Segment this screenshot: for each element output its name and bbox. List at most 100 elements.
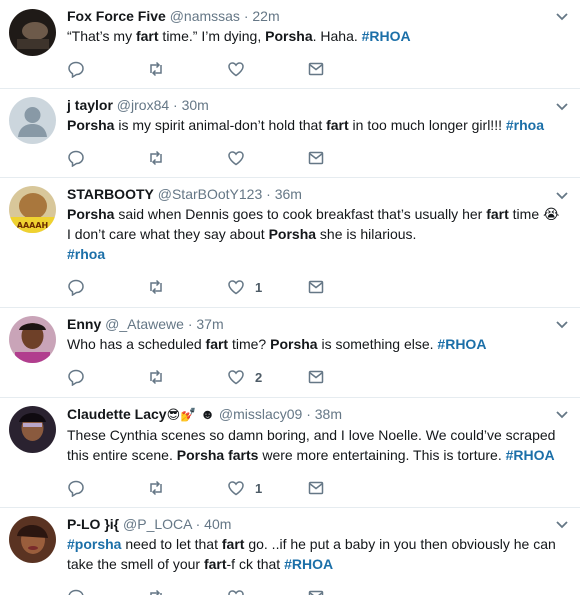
avatar[interactable]	[9, 97, 56, 144]
tweet-text: These Cynthia scenes so damn boring, and…	[67, 425, 570, 465]
tweet[interactable]: Enny @_Atawewe · 37m Who has a scheduled…	[0, 308, 580, 398]
dm-button[interactable]	[307, 278, 387, 296]
reply-button[interactable]	[67, 588, 147, 595]
reply-button[interactable]	[67, 278, 147, 296]
display-name[interactable]: P-LO }i{	[67, 516, 119, 532]
display-name[interactable]: Fox Force Five	[67, 8, 166, 24]
retweet-button[interactable]	[147, 149, 227, 167]
timestamp[interactable]: 38m	[315, 406, 342, 422]
dm-button[interactable]	[307, 588, 387, 595]
reply-icon	[68, 589, 84, 595]
like-button[interactable]: 1	[227, 278, 307, 296]
username[interactable]: @namssas	[170, 8, 240, 24]
avatar[interactable]: AAAAH	[9, 186, 56, 233]
reply-button[interactable]	[67, 368, 147, 386]
username[interactable]: @jrox84	[117, 97, 169, 113]
username[interactable]: @_Atawewe	[105, 316, 184, 332]
like-button[interactable]: 1	[227, 479, 307, 497]
hashtag-link[interactable]: #RHOA	[506, 447, 555, 463]
chevron-down-icon[interactable]	[555, 518, 569, 532]
tweet-text: Porsha said when Dennis goes to cook bre…	[67, 204, 570, 264]
text-segment: need to let that	[121, 536, 222, 552]
timestamp[interactable]: 30m	[182, 97, 209, 113]
chevron-down-icon[interactable]	[555, 318, 569, 332]
tweet-text: Porsha is my spirit animal-don’t hold th…	[67, 115, 570, 135]
display-name[interactable]: Claudette Lacy	[67, 406, 167, 422]
avatar[interactable]	[9, 406, 56, 453]
hashtag-link[interactable]: #RHOA	[437, 336, 486, 352]
dm-button[interactable]	[307, 479, 387, 497]
chevron-down-icon[interactable]	[555, 408, 569, 422]
reply-button[interactable]	[67, 60, 147, 78]
timestamp[interactable]: 36m	[275, 186, 302, 202]
tweet[interactable]: AAAAH STARBOOTY @StarBOotY123 · 36m Pors…	[0, 178, 580, 308]
chevron-down-icon[interactable]	[555, 189, 569, 203]
retweet-button[interactable]	[147, 479, 227, 497]
retweet-button[interactable]	[147, 278, 227, 296]
reply-button[interactable]	[67, 479, 147, 497]
tweet[interactable]: Claudette Lacy😎💅 ☻ @misslacy09 · 38m The…	[0, 398, 580, 508]
envelope-icon	[308, 62, 324, 76]
hashtag-link[interactable]: #RHOA	[284, 556, 333, 572]
text-segment: is my spirit animal-don’t hold that	[114, 117, 327, 133]
username[interactable]: @StarBOotY123	[158, 186, 263, 202]
heart-icon	[228, 151, 244, 166]
reply-icon	[68, 369, 84, 386]
like-count: 1	[255, 279, 263, 295]
tweet-actions	[67, 580, 570, 595]
retweet-button[interactable]	[147, 588, 227, 595]
separator: ·	[266, 186, 271, 202]
keyword-highlight: Porsha	[67, 206, 115, 222]
text-segment: were more entertaining. This is torture.	[258, 447, 506, 463]
username[interactable]: @misslacy09	[219, 406, 302, 422]
chevron-down-icon[interactable]	[555, 10, 569, 24]
separator: ·	[195, 516, 201, 532]
tweet-header: Fox Force Five @namssas · 22m	[67, 6, 570, 26]
dm-button[interactable]	[307, 60, 387, 78]
display-name[interactable]: Enny	[67, 316, 101, 332]
timestamp[interactable]: 40m	[204, 516, 231, 532]
text-segment: she is hilarious.	[316, 226, 417, 242]
like-button[interactable]	[227, 149, 307, 167]
username[interactable]: @P_LOCA	[123, 516, 192, 532]
reply-button[interactable]	[67, 149, 147, 167]
tweet[interactable]: j taylor @jrox84 · 30m Porsha is my spir…	[0, 89, 580, 178]
avatar[interactable]	[9, 316, 56, 363]
text-segment: said when Dennis goes to cook breakfast …	[114, 206, 487, 222]
dm-button[interactable]	[307, 149, 387, 167]
retweet-button[interactable]	[147, 60, 227, 78]
display-name[interactable]: STARBOOTY	[67, 186, 154, 202]
tweet[interactable]: P-LO }i{ @P_LOCA · 40m #porsha need to l…	[0, 508, 580, 595]
timestamp[interactable]: 22m	[252, 8, 279, 24]
chevron-down-icon[interactable]	[555, 100, 569, 114]
tweet-header: Claudette Lacy😎💅 ☻ @misslacy09 · 38m	[67, 404, 570, 425]
hashtag-link[interactable]: #RHOA	[362, 28, 411, 44]
tweet-actions: 1	[67, 471, 570, 505]
avatar[interactable]	[9, 9, 56, 56]
heart-icon	[228, 590, 244, 595]
hashtag-link[interactable]: #porsha	[67, 536, 121, 552]
like-button[interactable]	[227, 60, 307, 78]
text-segment: “That’s my	[67, 28, 136, 44]
tweet-header: STARBOOTY @StarBOotY123 · 36m	[67, 184, 570, 204]
display-name[interactable]: j taylor	[67, 97, 113, 113]
hashtag-link[interactable]: #rhoa	[67, 246, 105, 262]
avatar[interactable]	[9, 516, 56, 563]
separator: ·	[306, 406, 311, 422]
tweet-actions: 1	[67, 270, 570, 304]
like-button[interactable]	[227, 588, 307, 595]
name-symbol: ☻	[200, 406, 215, 422]
tweet[interactable]: Fox Force Five @namssas · 22m “That’s my…	[0, 0, 580, 89]
timestamp[interactable]: 37m	[196, 316, 223, 332]
like-button[interactable]: 2	[227, 368, 307, 386]
keyword-highlight: fart	[205, 336, 229, 352]
hashtag-link[interactable]: #rhoa	[506, 117, 544, 133]
tweet-header: j taylor @jrox84 · 30m	[67, 95, 570, 115]
name-emoji: 😎💅	[166, 407, 197, 422]
dm-button[interactable]	[307, 368, 387, 386]
envelope-icon	[308, 590, 324, 595]
retweet-button[interactable]	[147, 368, 227, 386]
text-segment: Who has a scheduled	[67, 336, 206, 352]
tweet-header: P-LO }i{ @P_LOCA · 40m	[67, 514, 570, 534]
envelope-icon	[308, 481, 324, 495]
